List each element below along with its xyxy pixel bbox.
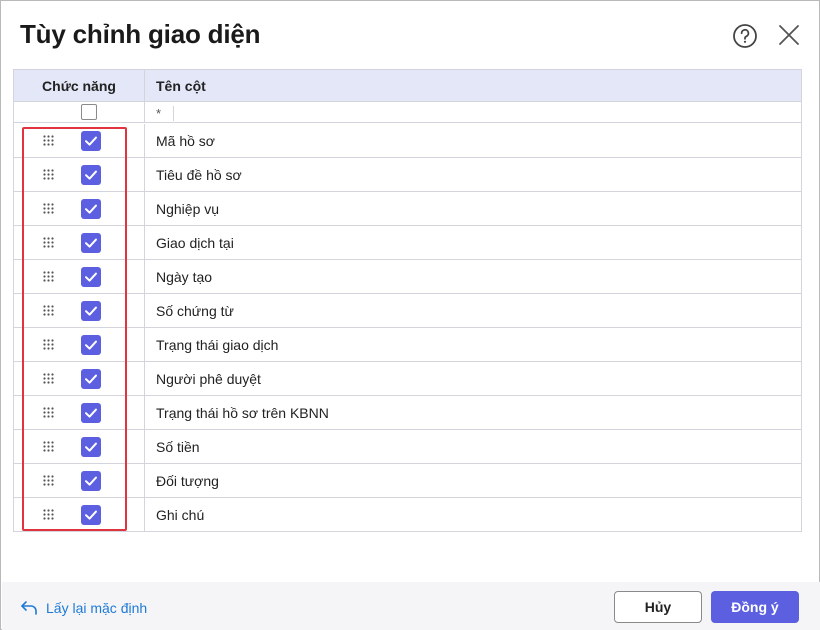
drag-handle-icon[interactable] [43,373,55,385]
drag-handle-icon[interactable] [43,407,55,419]
column-name-label: Giao dịch tại [156,235,234,251]
check-icon [85,136,97,146]
table-row: Số tiền [14,430,801,464]
check-icon [85,476,97,486]
help-button[interactable] [732,23,758,49]
column-visible-checkbox[interactable] [81,233,101,253]
column-filter-input[interactable]: * [156,106,174,121]
table-row: Số chứng từ [14,294,801,328]
check-icon [85,204,97,214]
drag-handle-icon[interactable] [43,339,55,351]
row-function-cell [14,362,145,396]
drag-handle-icon[interactable] [43,203,55,215]
filter-function-cell [14,102,145,123]
row-function-cell [14,260,145,294]
column-visible-checkbox[interactable] [81,505,101,525]
row-function-cell [14,294,145,328]
column-visible-checkbox[interactable] [81,131,101,151]
column-name-label: Mã hồ sơ [156,133,215,149]
row-function-cell [14,226,145,260]
drag-handle-icon[interactable] [43,441,55,453]
column-visible-checkbox[interactable] [81,437,101,457]
drag-handle-icon[interactable] [43,509,55,521]
check-icon [85,442,97,452]
column-name-label: Nghiệp vụ [156,201,220,217]
column-name-label: Trạng thái giao dịch [156,337,279,353]
close-icon [779,25,799,45]
dialog-footer: Lấy lại mặc định Hủy Đồng ý [2,582,820,630]
close-button[interactable] [777,23,801,47]
cancel-button[interactable]: Hủy [614,591,702,623]
column-visible-checkbox[interactable] [81,301,101,321]
row-function-cell [14,124,145,158]
drag-handle-icon[interactable] [43,475,55,487]
header-column-name: Tên cột [156,78,206,94]
column-visible-checkbox[interactable] [81,335,101,355]
table-row: Ghi chú [14,498,801,532]
filter-row: * [14,102,801,123]
table-row: Nghiệp vụ [14,192,801,226]
check-icon [85,340,97,350]
column-grid: Chức năng Tên cột * Mã hồ sơ Tiêu đề hồ s… [13,69,802,532]
column-visible-checkbox[interactable] [81,267,101,287]
row-function-cell [14,192,145,226]
column-visible-checkbox[interactable] [81,165,101,185]
row-function-cell [14,396,145,430]
table-row: Đối tượng [14,464,801,498]
check-icon [85,306,97,316]
column-visible-checkbox[interactable] [81,403,101,423]
undo-arrow-icon [21,601,37,615]
column-visible-checkbox[interactable] [81,471,101,491]
table-row: Trạng thái giao dịch [14,328,801,362]
grid-header: Chức năng Tên cột [14,70,801,102]
check-icon [85,272,97,282]
column-name-label: Số tiền [156,439,200,455]
check-icon [85,170,97,180]
check-icon [85,510,97,520]
reset-default-link[interactable]: Lấy lại mặc định [20,598,147,618]
check-icon [85,374,97,384]
check-icon [85,408,97,418]
column-name-label: Số chứng từ [156,303,234,319]
column-visible-checkbox[interactable] [81,369,101,389]
column-name-label: Ghi chú [156,507,205,523]
reset-default-label: Lấy lại mặc định [46,600,148,616]
table-row: Giao dịch tại [14,226,801,260]
drag-handle-icon[interactable] [43,237,55,249]
check-icon [85,238,97,248]
column-name-label: Trạng thái hồ sơ trên KBNN [156,405,329,421]
help-circle-icon [733,24,757,48]
drag-handle-icon[interactable] [43,305,55,317]
drag-handle-icon[interactable] [43,271,55,283]
table-row: Mã hồ sơ [14,124,801,158]
ok-button[interactable]: Đồng ý [711,591,799,623]
column-name-label: Tiêu đề hồ sơ [156,167,242,183]
table-row: Người phê duyệt [14,362,801,396]
column-visible-checkbox[interactable] [81,199,101,219]
header-function: Chức năng [14,70,145,102]
drag-handle-icon[interactable] [43,135,55,147]
row-function-cell [14,498,145,532]
column-name-label: Đối tượng [156,473,219,489]
drag-handle-icon[interactable] [43,169,55,181]
row-function-cell [14,430,145,464]
table-row: Trạng thái hồ sơ trên KBNN [14,396,801,430]
select-all-checkbox[interactable] [81,104,97,120]
row-function-cell [14,464,145,498]
table-row: Tiêu đề hồ sơ [14,158,801,192]
row-function-cell [14,328,145,362]
column-name-label: Ngày tạo [156,269,213,285]
table-row: Ngày tạo [14,260,801,294]
customize-view-dialog: Tùy chỉnh giao diện Chức năng Tên cột * … [0,0,820,630]
dialog-title: Tùy chỉnh giao diện [20,19,261,49]
column-name-label: Người phê duyệt [156,371,261,387]
row-function-cell [14,158,145,192]
